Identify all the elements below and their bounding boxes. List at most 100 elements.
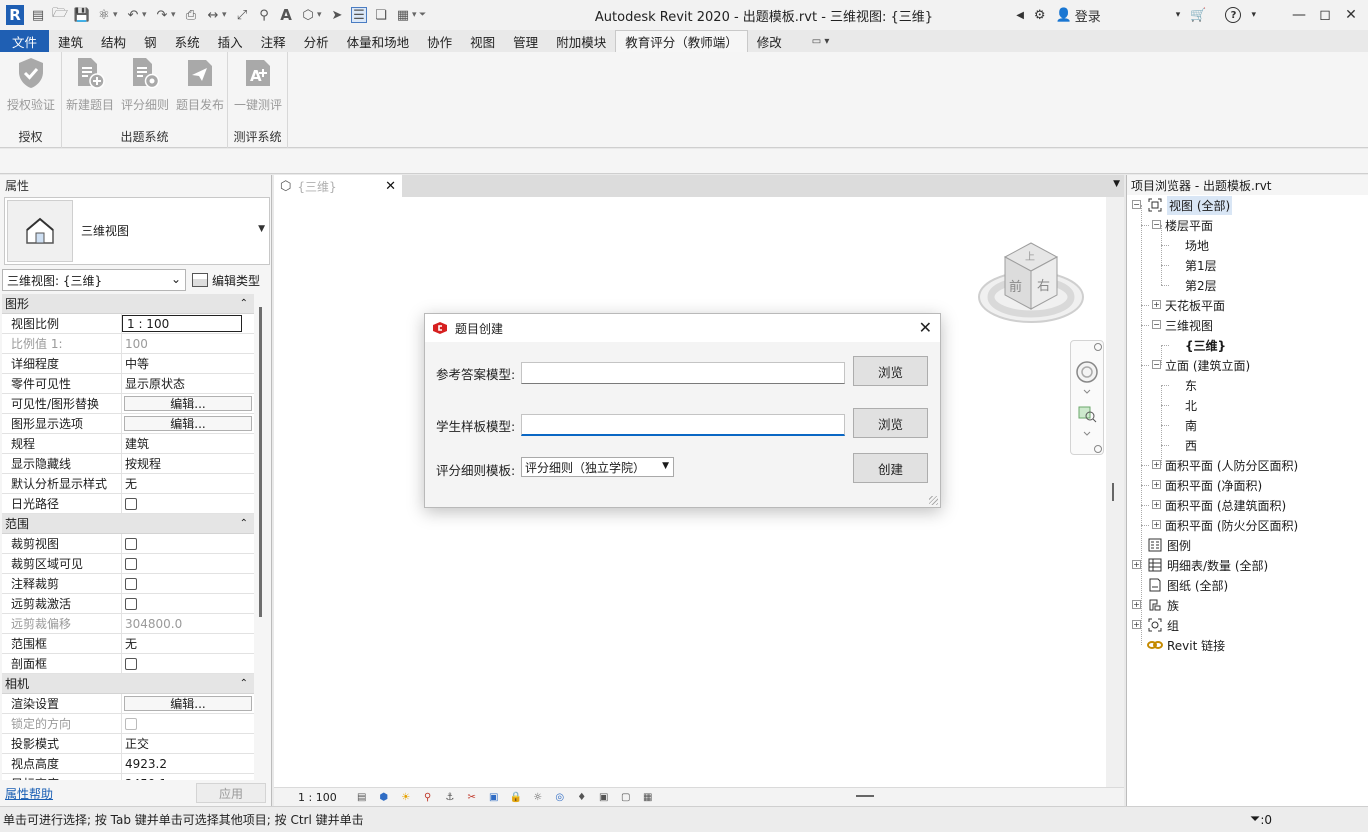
view-tab-3d[interactable]: ⬡ {三维} ✕: [274, 175, 402, 197]
shadows-icon[interactable]: ⚲: [421, 791, 435, 804]
close-icon[interactable]: ✕: [1338, 0, 1364, 30]
cube-face-top[interactable]: 上: [1025, 251, 1035, 263]
property-value[interactable]: 无: [122, 474, 254, 493]
type-selector[interactable]: 三维视图 ▼: [4, 197, 270, 265]
maximize-icon[interactable]: ◻: [1312, 0, 1338, 30]
collapse-icon[interactable]: ⌃: [240, 678, 248, 689]
tab-analyze[interactable]: 分析: [295, 30, 338, 52]
view-instance-selector[interactable]: 三维视图: {三维} ⌄: [2, 269, 186, 291]
property-checkbox[interactable]: [125, 597, 137, 610]
cart-icon[interactable]: 🛒: [1190, 8, 1206, 23]
temp-hide-icon[interactable]: ☼: [531, 791, 545, 804]
property-value[interactable]: 中等: [122, 354, 254, 373]
property-value[interactable]: 建筑: [122, 434, 254, 453]
tab-education-grading[interactable]: 教育评分（教师端）: [615, 30, 748, 52]
tab-modify[interactable]: 修改: [748, 30, 791, 52]
property-value[interactable]: 2459.1: [122, 774, 254, 781]
expand-icon[interactable]: +: [1152, 500, 1161, 509]
tab-collaborate[interactable]: 协作: [418, 30, 461, 52]
horizontal-scroll-thumb[interactable]: [856, 795, 874, 797]
highlight-displacement-icon[interactable]: ▢: [619, 791, 633, 804]
browser-tree-item[interactable]: 场地: [1185, 235, 1209, 255]
property-checkbox[interactable]: [125, 557, 137, 570]
help-icon[interactable]: ?: [1225, 7, 1242, 23]
browser-tree-item[interactable]: 立面 (建筑立面): [1165, 355, 1250, 375]
worksharing-icon[interactable]: ♦: [575, 791, 589, 804]
property-value[interactable]: 编辑...: [122, 694, 254, 713]
collapse-icon[interactable]: −: [1132, 200, 1141, 209]
visual-style-icon[interactable]: ⬢: [377, 791, 391, 804]
reveal-hidden-icon[interactable]: ◎: [553, 791, 567, 804]
collapse-icon[interactable]: −: [1152, 220, 1161, 229]
property-value[interactable]: 无: [122, 634, 254, 653]
grading-template-select[interactable]: 评分细则（独立学院） ▼: [521, 457, 674, 477]
expand-icon[interactable]: +: [1152, 520, 1161, 529]
dialog-title-bar[interactable]: 题目创建 ✕: [425, 314, 940, 342]
property-section[interactable]: 图形 ⌃: [2, 294, 254, 314]
property-value[interactable]: [122, 494, 254, 513]
property-value[interactable]: [122, 654, 254, 673]
tab-annotate[interactable]: 注释: [252, 30, 295, 52]
type-dropdown-icon[interactable]: ▼: [258, 224, 265, 234]
reference-model-input[interactable]: [521, 362, 845, 384]
sun-path-icon[interactable]: ☀: [399, 791, 413, 804]
tab-architecture[interactable]: 建筑: [49, 30, 92, 52]
analytical-model-icon[interactable]: ▣: [597, 791, 611, 804]
property-value[interactable]: [122, 534, 254, 553]
expand-icon[interactable]: +: [1132, 620, 1141, 629]
new-question-button[interactable]: 新建题目: [62, 56, 118, 116]
crop-view-icon[interactable]: ✂: [465, 791, 479, 804]
constraints-icon[interactable]: ▦: [641, 791, 655, 804]
property-section[interactable]: 相机 ⌃: [2, 674, 254, 694]
tab-insert[interactable]: 插入: [209, 30, 252, 52]
tab-systems[interactable]: 系统: [166, 30, 209, 52]
close-icon[interactable]: ✕: [385, 179, 396, 194]
login-button[interactable]: 登录: [1075, 6, 1101, 25]
view-cube[interactable]: 前 右 上: [975, 235, 1087, 330]
edit-type-button[interactable]: 编辑类型: [192, 269, 260, 291]
property-value[interactable]: 正交: [122, 734, 254, 753]
expand-search-icon[interactable]: ◀: [1016, 10, 1024, 21]
browse-reference-button[interactable]: 浏览: [853, 356, 928, 386]
render-icon[interactable]: ⚓: [443, 791, 457, 804]
property-value[interactable]: [122, 574, 254, 593]
property-section[interactable]: 范围 ⌃: [2, 514, 254, 534]
property-value[interactable]: [122, 594, 254, 613]
collapse-icon[interactable]: −: [1152, 320, 1161, 329]
property-value[interactable]: 按规程: [122, 454, 254, 473]
property-input[interactable]: 1 : 100: [122, 315, 242, 332]
collapse-icon[interactable]: −: [1152, 360, 1161, 369]
property-value[interactable]: 4923.2: [122, 754, 254, 773]
browser-tree-item[interactable]: 南: [1185, 415, 1197, 435]
tab-massing-site[interactable]: 体量和场地: [338, 30, 419, 52]
browser-tree-item[interactable]: 族: [1147, 595, 1179, 615]
property-value[interactable]: 编辑...: [122, 414, 254, 433]
properties-scrollbar[interactable]: [258, 297, 264, 780]
close-icon[interactable]: ✕: [919, 318, 932, 337]
property-value[interactable]: 编辑...: [122, 394, 254, 413]
scrollbar-thumb[interactable]: [259, 307, 262, 617]
expand-icon[interactable]: +: [1152, 480, 1161, 489]
property-value[interactable]: [122, 554, 254, 573]
property-edit-button[interactable]: 编辑...: [124, 696, 252, 711]
property-checkbox[interactable]: [125, 537, 137, 550]
tab-addins[interactable]: 附加模块: [547, 30, 615, 52]
apply-button[interactable]: 应用: [196, 783, 266, 803]
browser-tree-item[interactable]: 图例: [1147, 535, 1191, 555]
one-click-evaluate-button[interactable]: A 一键测评: [230, 56, 286, 116]
browser-tree-item[interactable]: 组: [1147, 615, 1179, 635]
student-template-input[interactable]: [521, 414, 845, 436]
property-checkbox[interactable]: [125, 497, 137, 510]
browser-tree-item[interactable]: 东: [1185, 375, 1197, 395]
scrollbar-thumb[interactable]: [1112, 483, 1114, 501]
tab-structure[interactable]: 结构: [92, 30, 135, 52]
collapse-icon[interactable]: ⌃: [240, 298, 248, 309]
tab-manage[interactable]: 管理: [504, 30, 547, 52]
property-checkbox[interactable]: [125, 577, 137, 590]
detail-level-icon[interactable]: ▤: [355, 791, 369, 804]
selection-filter[interactable]: ⏷ :0: [1250, 812, 1272, 827]
tab-file[interactable]: 文件: [0, 30, 50, 52]
create-button[interactable]: 创建: [853, 453, 928, 483]
browser-tree-item[interactable]: 西: [1185, 435, 1197, 455]
tab-view[interactable]: 视图: [461, 30, 504, 52]
